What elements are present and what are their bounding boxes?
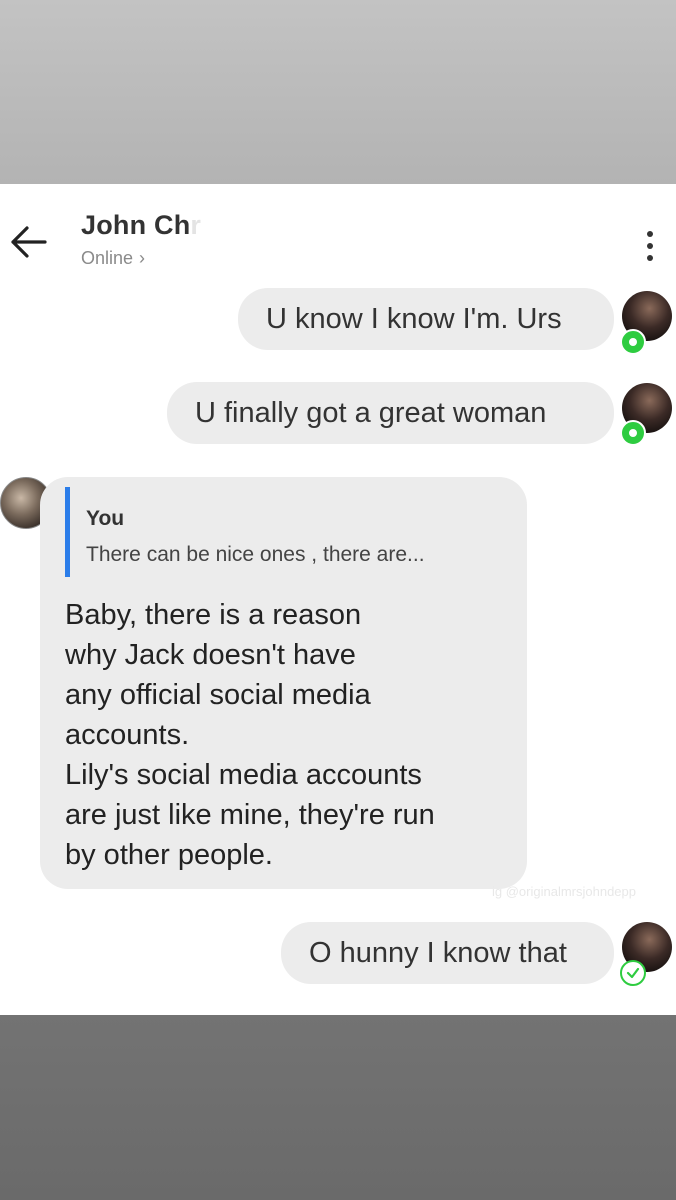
redaction-smudge [190,204,590,264]
watermark: ig @originalmrsjohndepp [492,884,636,899]
more-dot-icon [647,231,653,237]
outgoing-message[interactable]: U finally got a great woman [167,382,614,444]
outgoing-message[interactable]: U know I know I'm. Urs [238,288,614,350]
chat-header: John Chr Online › [0,184,676,288]
seen-receipt-icon [620,329,646,355]
contact-name[interactable]: John Chr [81,210,201,241]
incoming-message[interactable]: You There can be nice ones , there are..… [40,477,527,889]
more-options-button[interactable] [636,224,664,268]
chat-screen: John Chr Online › U know I know I'm. Urs … [0,184,676,1015]
sent-receipt-icon [620,960,646,986]
back-button[interactable] [4,218,52,266]
chevron-right-icon: › [139,248,146,268]
contact-status[interactable]: Online › [81,248,145,269]
reply-quote-bar [65,487,70,577]
status-text: Online [81,248,134,268]
arrow-left-icon [11,226,47,258]
outgoing-message[interactable]: O hunny I know that [281,922,614,984]
check-icon [626,967,640,979]
reply-quote-name: You [86,507,125,530]
message-text: Baby, there is a reason why Jack doesn't… [65,599,435,871]
seen-receipt-icon [620,420,646,446]
reply-quote-text: There can be nice ones , there are... [86,543,425,566]
more-dot-icon [647,255,653,261]
more-dot-icon [647,243,653,249]
